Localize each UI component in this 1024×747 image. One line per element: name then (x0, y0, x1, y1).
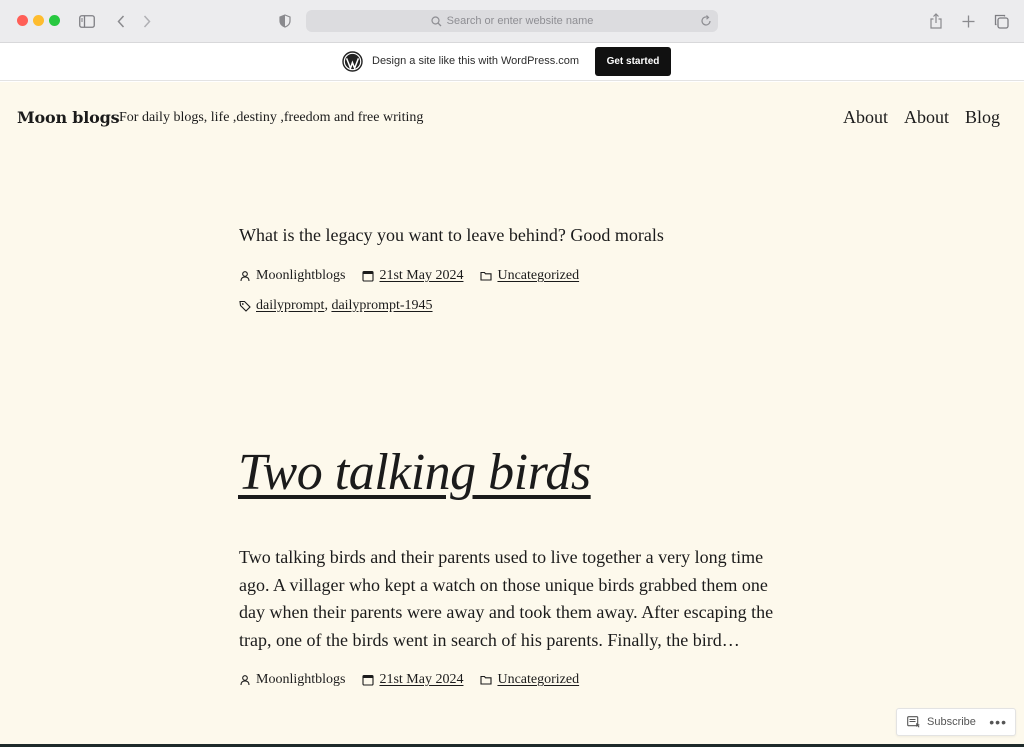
calendar-icon (362, 674, 375, 686)
address-placeholder: Search or enter website name (446, 15, 594, 27)
browser-toolbar: Search or enter website name (0, 0, 1024, 43)
post-date-link[interactable]: 21st May 2024 (379, 268, 463, 284)
folder-icon (480, 270, 493, 282)
post-tags: dailyprompt, dailyprompt-1945 (239, 298, 433, 314)
author-icon (239, 270, 251, 282)
site-title[interactable]: Moon blogs (17, 108, 120, 127)
minimize-window-button[interactable] (33, 15, 44, 26)
post-date-link[interactable]: 21st May 2024 (379, 672, 463, 688)
nav-item-blog[interactable]: Blog (965, 107, 1000, 128)
post-category-link[interactable]: Uncategorized (497, 268, 579, 284)
close-window-button[interactable] (17, 15, 28, 26)
tab-overview-icon[interactable] (990, 10, 1012, 32)
forward-icon[interactable] (136, 10, 158, 32)
nav-item-about[interactable]: About (843, 107, 888, 128)
main-navigation: About About Blog (843, 107, 1000, 128)
nav-item-about-2[interactable]: About (904, 107, 949, 128)
more-options-icon[interactable]: ••• (989, 714, 1007, 730)
back-icon[interactable] (110, 10, 132, 32)
tag-link-dailyprompt[interactable]: dailyprompt (256, 298, 324, 314)
share-icon[interactable] (925, 10, 947, 32)
site-tagline: For daily blogs, life ,destiny ,freedom … (119, 110, 424, 125)
zoom-window-button[interactable] (49, 15, 60, 26)
post-excerpt: Two talking birds and their parents used… (239, 547, 774, 650)
subscribe-label[interactable]: Subscribe (927, 716, 976, 728)
post-title[interactable]: What is the legacy you want to leave beh… (239, 225, 664, 246)
post-meta: Moonlightblogs 21st May 2024 Uncategoriz… (239, 268, 596, 284)
calendar-icon (362, 270, 375, 282)
reload-icon[interactable] (700, 14, 712, 27)
new-tab-icon[interactable] (957, 10, 979, 32)
get-started-button[interactable]: Get started (595, 47, 671, 76)
subscribe-widget[interactable]: Subscribe ••• (896, 708, 1016, 736)
folder-icon (480, 674, 493, 686)
post-meta: Moonlightblogs 21st May 2024 Uncategoriz… (239, 672, 596, 688)
search-icon (431, 15, 442, 27)
reader-icon (907, 716, 921, 728)
post-author: Moonlightblogs (256, 268, 346, 283)
wordpress-logo-icon[interactable] (342, 51, 363, 72)
post-title-large[interactable]: Two talking birds (238, 444, 591, 501)
sidebar-toggle-icon[interactable] (76, 10, 98, 32)
address-bar[interactable]: Search or enter website name (306, 10, 718, 32)
tag-link-dailyprompt-1945[interactable]: dailyprompt-1945 (331, 298, 432, 314)
privacy-shield-icon[interactable] (274, 10, 296, 32)
wordpress-banner: Design a site like this with WordPress.c… (0, 43, 1024, 81)
post-author: Moonlightblogs (256, 672, 346, 687)
page-content: Moon blogs For daily blogs, life ,destin… (0, 82, 1024, 747)
tag-separator: , (324, 298, 332, 313)
post-category-link[interactable]: Uncategorized (497, 672, 579, 688)
author-icon (239, 674, 251, 686)
tag-icon (239, 300, 251, 312)
wordpress-banner-text: Design a site like this with WordPress.c… (372, 55, 580, 67)
